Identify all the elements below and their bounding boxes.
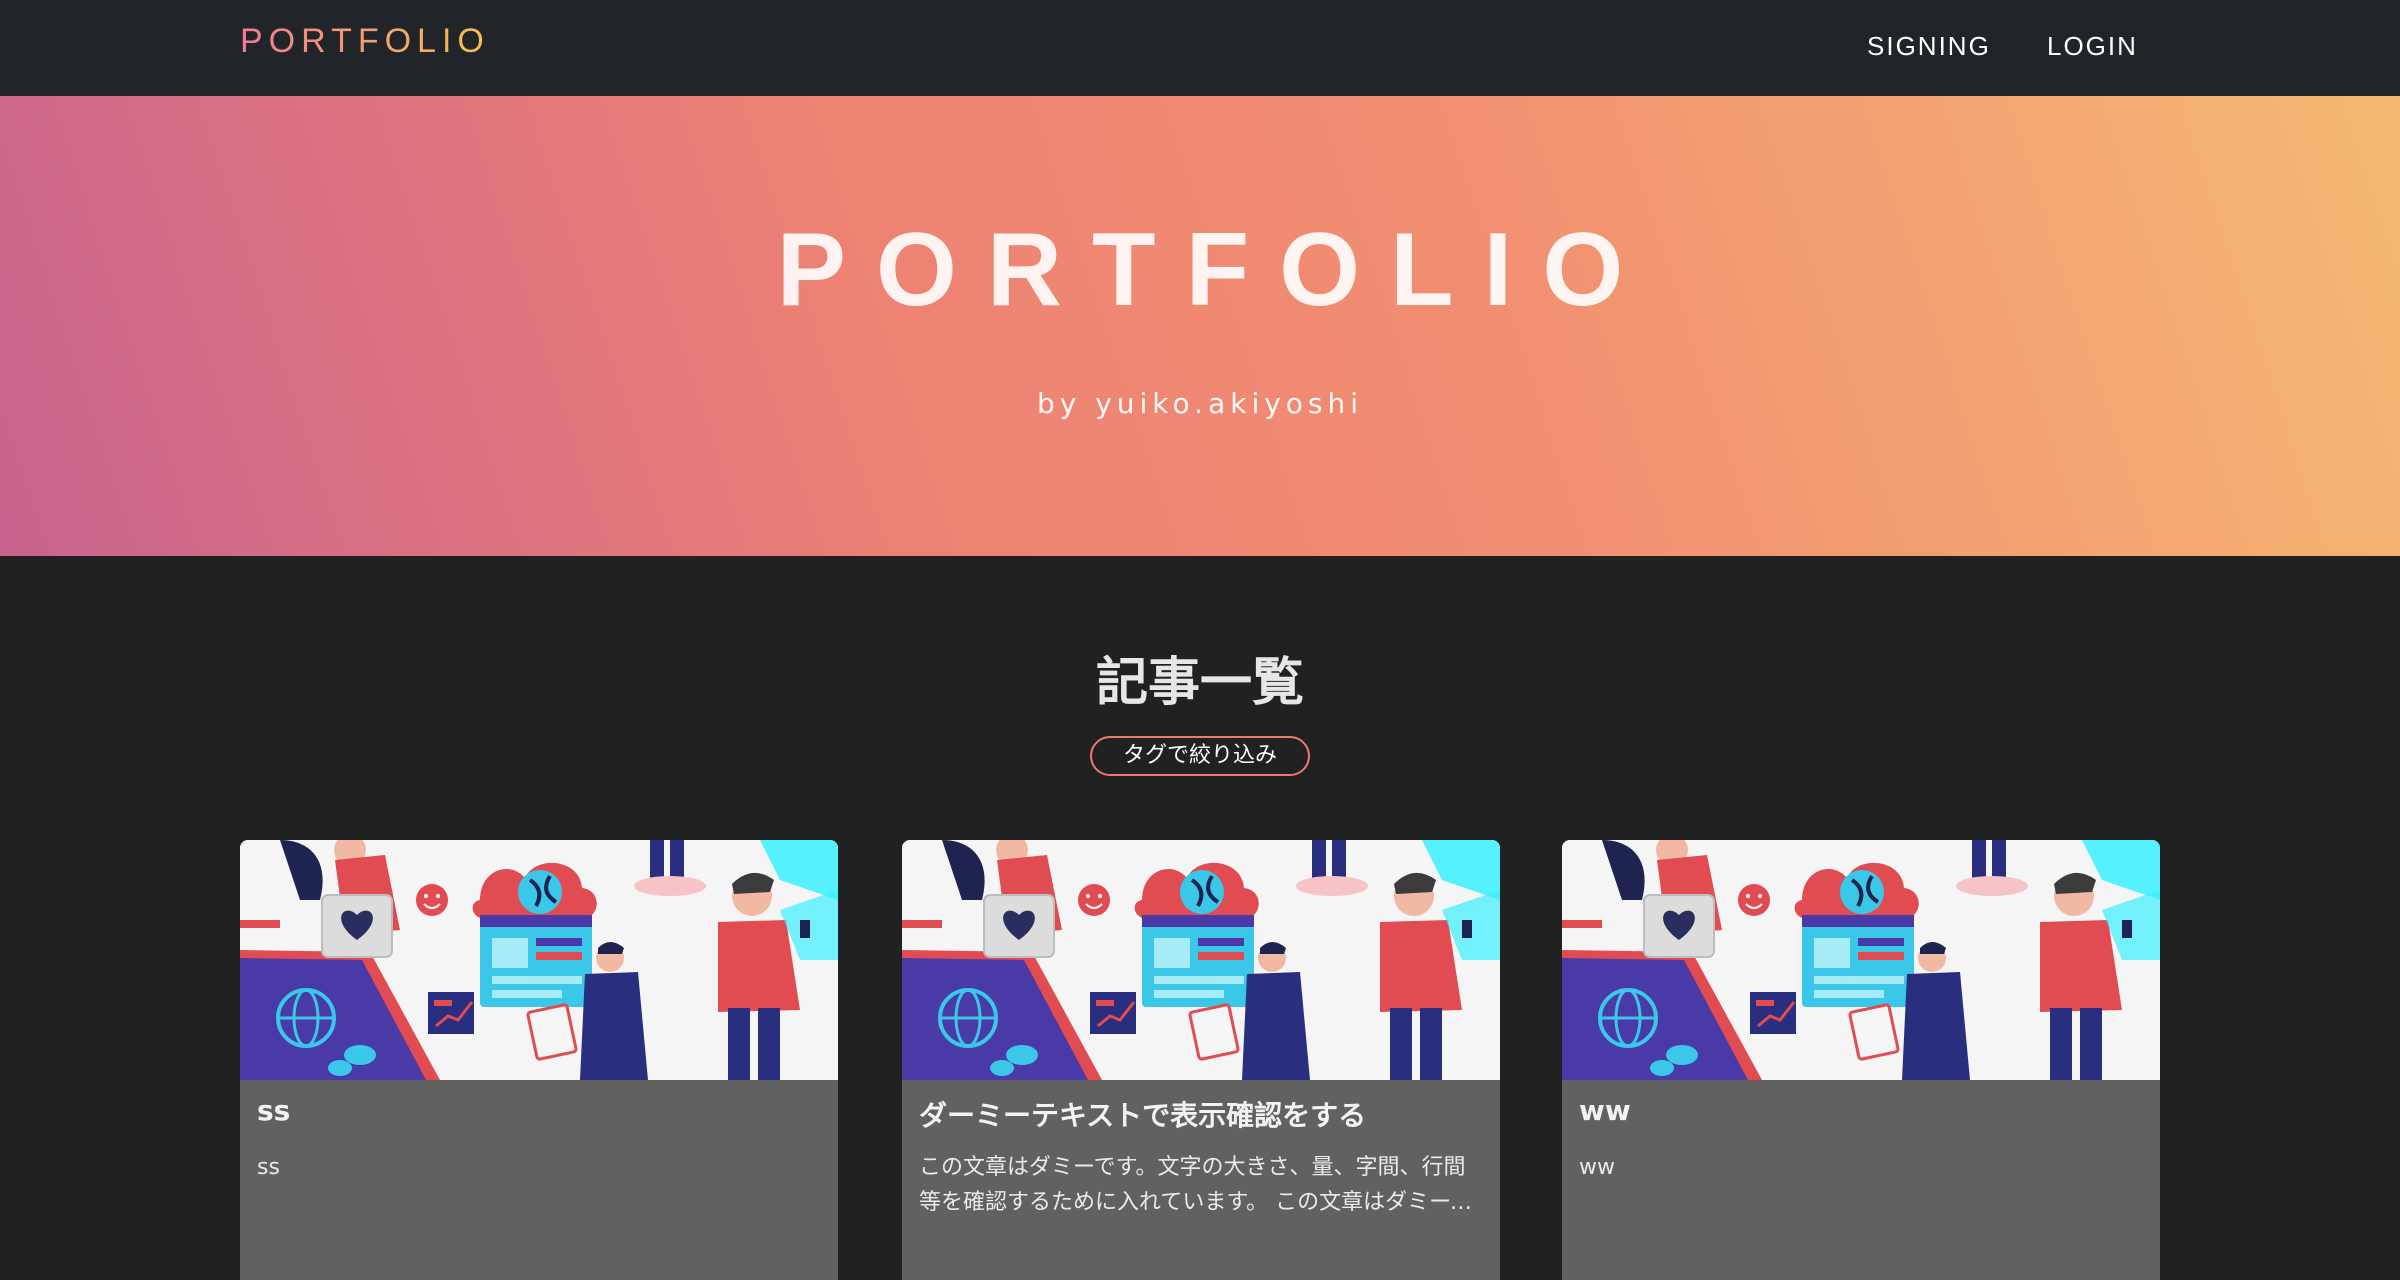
article-thumbnail: [240, 840, 838, 1080]
article-excerpt: ss: [257, 1155, 280, 1180]
article-thumbnail: [902, 840, 1500, 1080]
hero-subtitle: by yuiko.akiyoshi: [1036, 387, 1364, 420]
signing-link[interactable]: SIGNING: [1867, 31, 1991, 62]
article-title: ss: [257, 1094, 291, 1127]
article-card[interactable]: ダーミーテキストで表示確認をする この文章はダミーです。文字の大きさ、量、字間、…: [902, 840, 1500, 1280]
article-title: ダーミーテキストで表示確認をする: [919, 1099, 1367, 1132]
article-card[interactable]: ww ww: [1562, 840, 2160, 1280]
hero-banner: PORTFOLIO by yuiko.akiyoshi: [0, 96, 2400, 556]
brand-logo[interactable]: PORTFOLIO: [240, 22, 490, 61]
article-title: ww: [1579, 1094, 1631, 1127]
hero-title: PORTFOLIO: [776, 212, 1654, 328]
login-link[interactable]: LOGIN: [2047, 31, 2138, 62]
business-people-illustration: [1562, 840, 2160, 1080]
business-people-illustration: [240, 840, 838, 1080]
articles-heading: 記事一覧: [1095, 653, 1304, 713]
top-navbar: PORTFOLIO SIGNING LOGIN: [0, 0, 2400, 96]
article-thumbnail: [1562, 840, 2160, 1080]
article-card[interactable]: ss ss: [240, 840, 838, 1280]
article-excerpt: この文章はダミーです。文字の大きさ、量、字間、行間等を確認するために入れています…: [919, 1155, 1472, 1215]
tag-filter-button[interactable]: タグで絞り込み: [1090, 736, 1310, 776]
business-people-illustration: [902, 840, 1500, 1080]
article-excerpt: ww: [1579, 1155, 1615, 1180]
